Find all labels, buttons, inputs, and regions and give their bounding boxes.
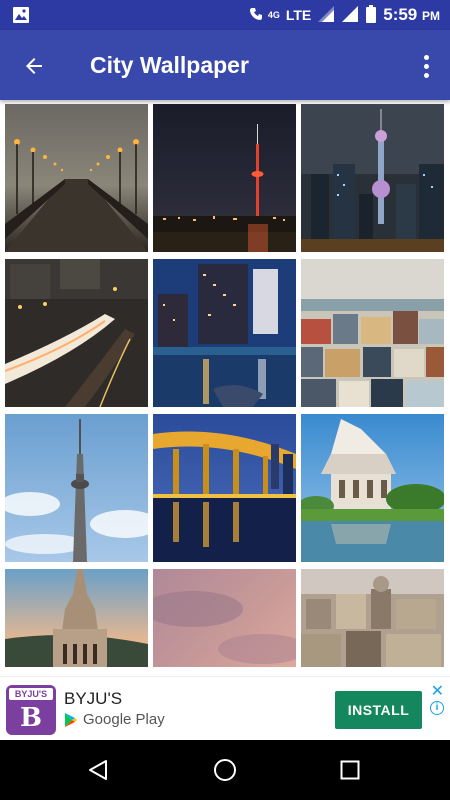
- store-name: Google Play: [83, 711, 165, 728]
- battery-icon: [365, 4, 377, 26]
- page-title: City Wallpaper: [90, 52, 249, 78]
- home-circle-icon: [214, 759, 236, 781]
- back-triangle-icon: [89, 760, 107, 780]
- wallpaper-grid: [5, 104, 445, 667]
- arrow-left-icon: [26, 58, 42, 74]
- more-vert-icon: [423, 54, 429, 60]
- wallpaper-tile[interactable]: [153, 414, 296, 562]
- nav-back-button[interactable]: [83, 755, 113, 785]
- wallpaper-tile[interactable]: [5, 414, 148, 562]
- wallpaper-tile[interactable]: [153, 569, 296, 667]
- clock: 5:59 PM: [383, 5, 440, 24]
- wallpaper-tile[interactable]: [153, 259, 296, 407]
- ad-banner[interactable]: BYJU'S B BYJU'S Google Play INSTALL ✕ i: [0, 676, 450, 740]
- phone-signal-icon: [249, 7, 262, 24]
- system-nav-bar: [0, 740, 450, 800]
- wallpaper-tile[interactable]: [5, 104, 148, 252]
- network-type: 4G: [267, 9, 280, 20]
- wallpaper-tile[interactable]: [301, 104, 444, 252]
- install-button[interactable]: INSTALL: [335, 691, 422, 729]
- wallpaper-tile[interactable]: [153, 104, 296, 252]
- advertiser-logo: BYJU'S B: [6, 685, 56, 735]
- nav-recents-button[interactable]: [335, 755, 365, 785]
- overflow-menu-button[interactable]: [416, 50, 436, 82]
- nav-home-button[interactable]: [210, 755, 240, 785]
- gallery-notification-icon: [12, 6, 30, 29]
- close-icon[interactable]: ✕: [431, 681, 444, 701]
- back-button[interactable]: [18, 50, 50, 82]
- wallpaper-tile[interactable]: [301, 414, 444, 562]
- wallpaper-tile[interactable]: [301, 569, 444, 667]
- app-bar: City Wallpaper: [0, 30, 450, 100]
- status-bar: 4G LTE 5:59 PM: [0, 0, 450, 30]
- info-icon[interactable]: i: [430, 701, 444, 715]
- lte-label: LTE: [285, 7, 312, 23]
- wallpaper-tile[interactable]: [301, 259, 444, 407]
- store-label: Google Play: [64, 711, 165, 728]
- wallpaper-tile[interactable]: [5, 259, 148, 407]
- signal-icon: [317, 5, 335, 26]
- signal-icon-2: [341, 5, 359, 26]
- advertiser-name: BYJU'S: [64, 689, 123, 708]
- google-play-icon: [65, 712, 77, 727]
- recents-square-icon: [340, 760, 360, 780]
- wallpaper-tile[interactable]: [5, 569, 148, 667]
